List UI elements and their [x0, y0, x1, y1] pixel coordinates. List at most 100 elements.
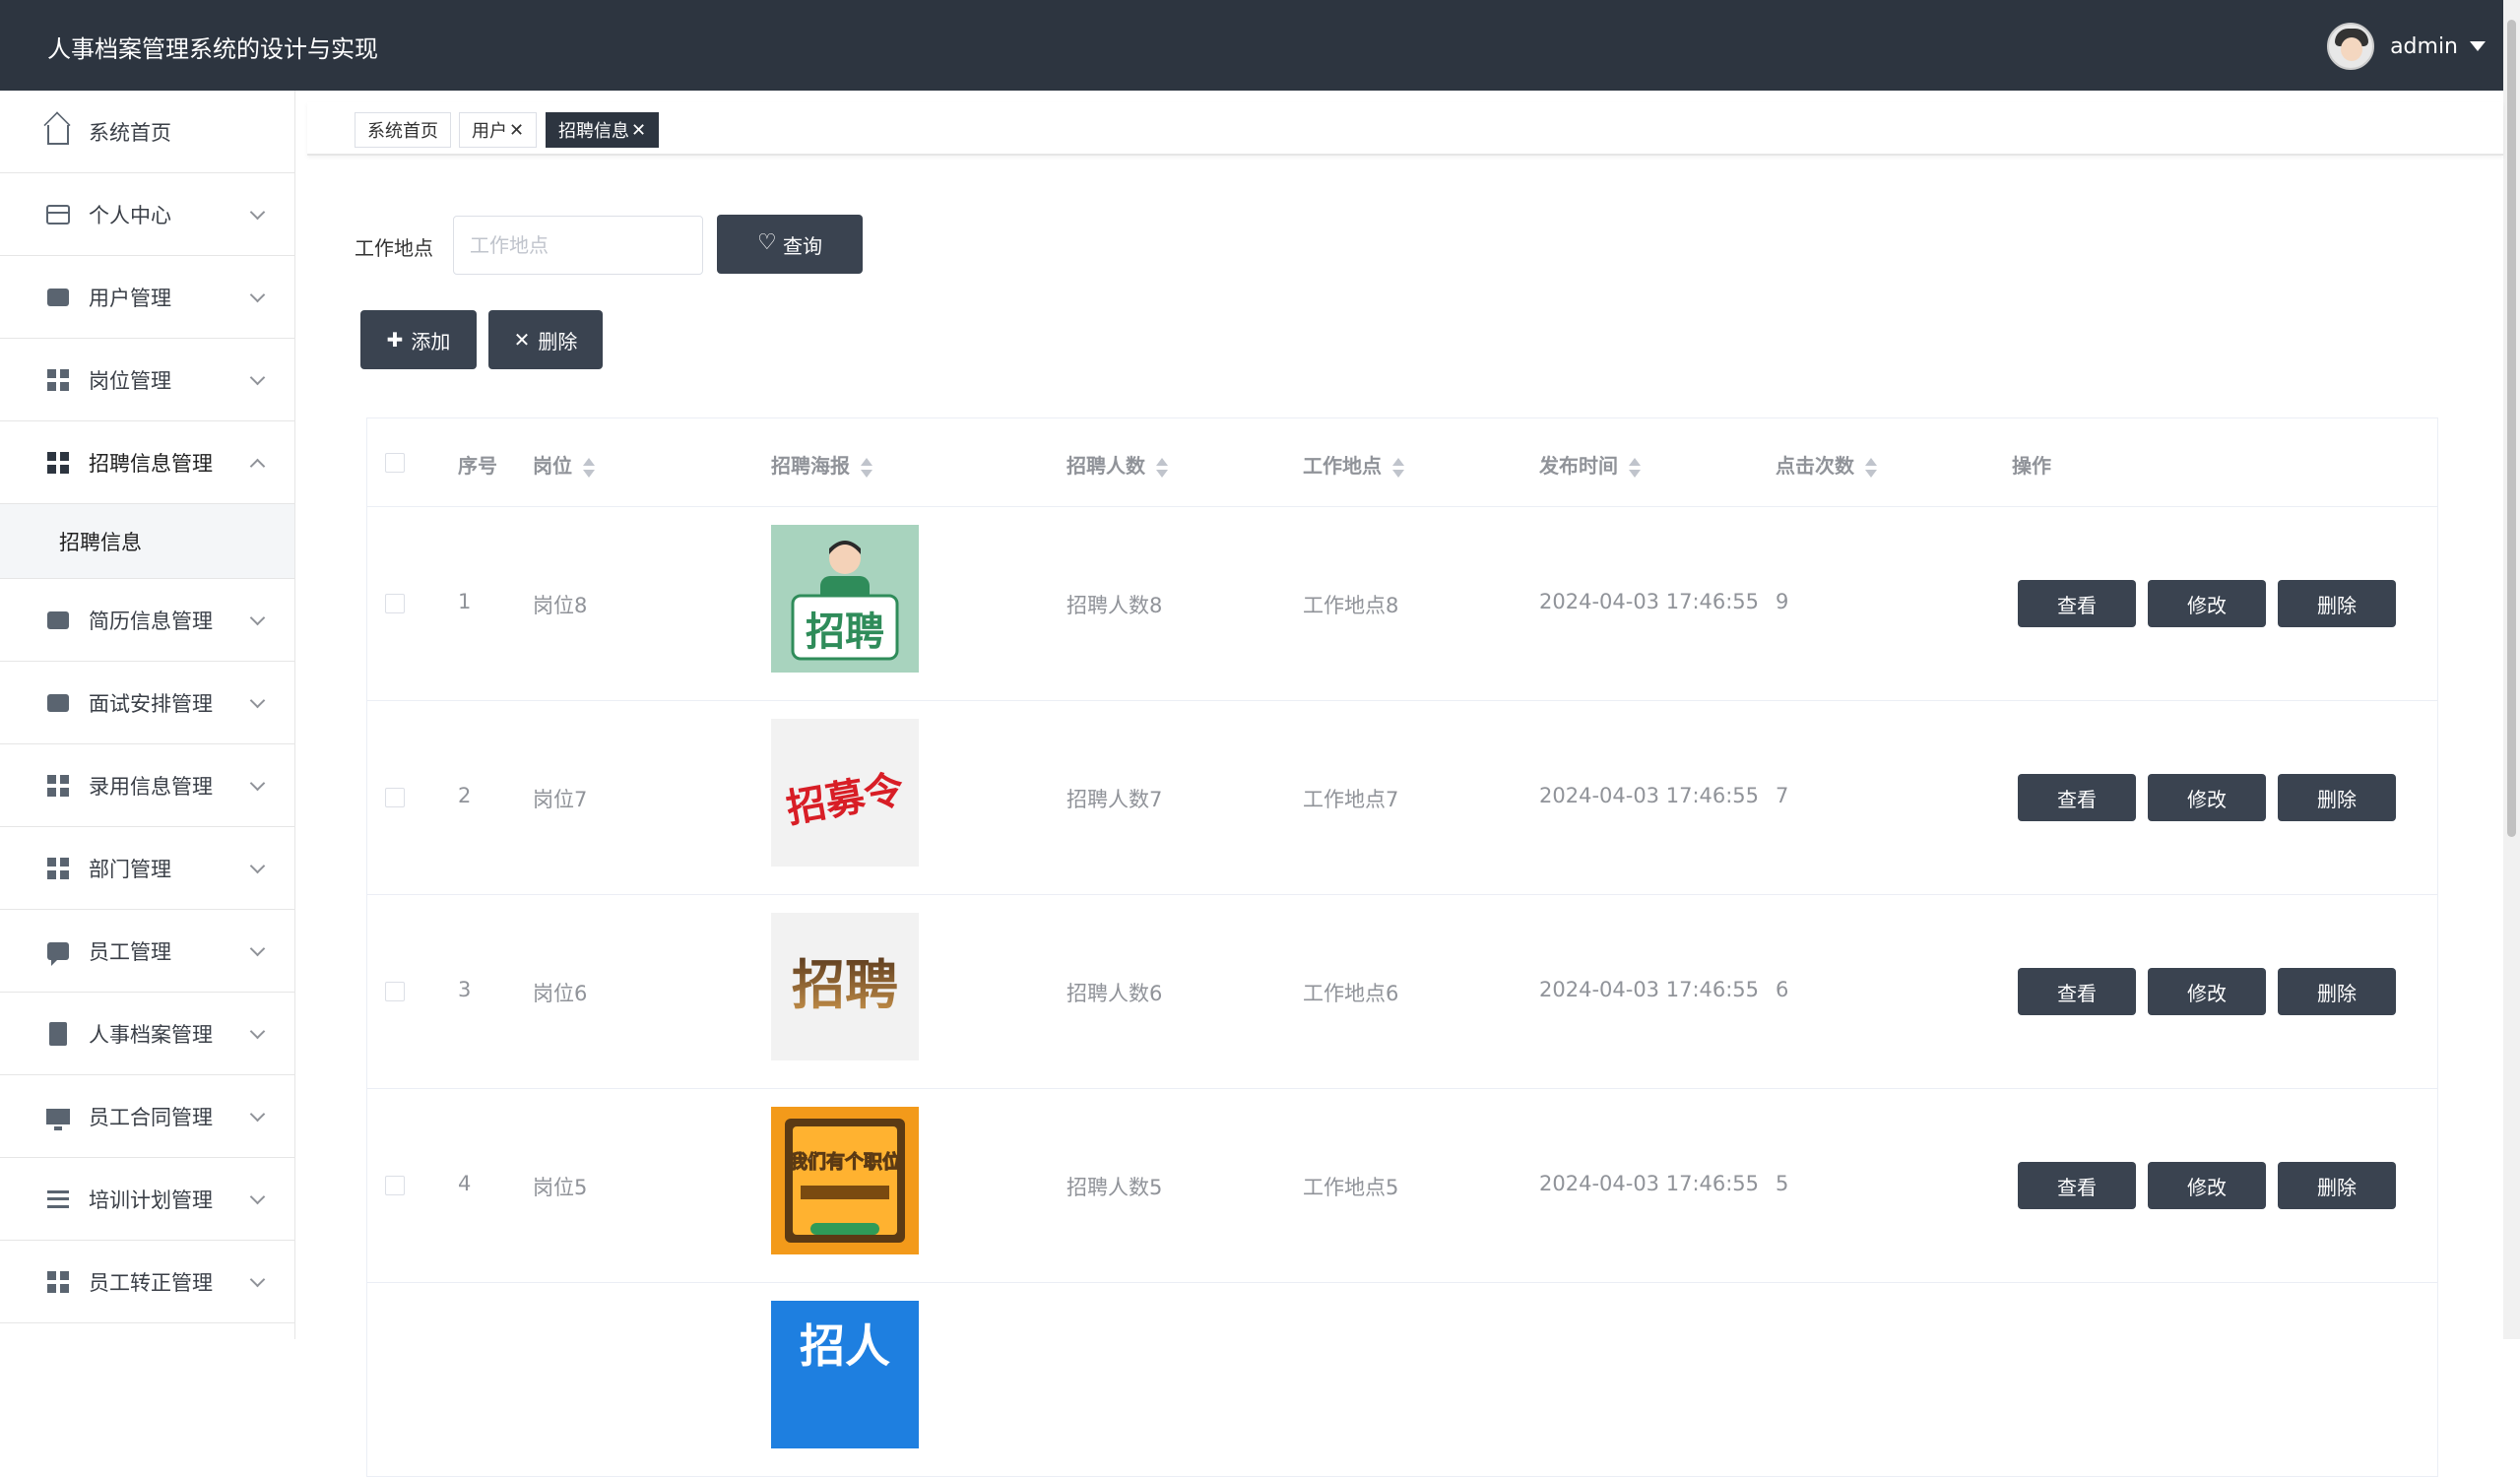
header-poster[interactable]: 招聘海报 — [771, 450, 872, 479]
add-button[interactable]: ✚ 添加 — [360, 310, 477, 369]
sidebar-item-resume-management[interactable]: 简历信息管理 — [0, 579, 294, 662]
sidebar-item-employee-management[interactable]: 员工管理 — [0, 910, 294, 993]
chevron-down-icon — [249, 692, 266, 709]
sidebar-item-hiring-management[interactable]: 录用信息管理 — [0, 744, 294, 827]
header-clicks[interactable]: 点击次数 — [1776, 450, 1877, 479]
recruitment-poster-image: 我们有个职位 — [771, 1107, 919, 1254]
chevron-down-icon — [249, 940, 266, 957]
tab-user[interactable]: 用户 ✕ — [459, 112, 538, 148]
sidebar-item-regularization-management[interactable]: 员工转正管理 — [0, 1241, 294, 1323]
sort-icon — [860, 457, 872, 479]
sidebar-item-archive-management[interactable]: 人事档案管理 — [0, 993, 294, 1075]
chevron-down-icon — [249, 858, 266, 874]
sidebar-item-user-management[interactable]: 用户管理 — [0, 256, 294, 339]
table-row: 4 岗位5 我们有个职位 招聘人数5 工作地点5 2024-04-03 17:4… — [367, 1089, 2437, 1283]
heart-icon — [757, 230, 777, 255]
tab-home[interactable]: 系统首页 — [355, 112, 451, 148]
header-index: 序号 — [458, 454, 497, 478]
batch-delete-button[interactable]: ✕ 删除 — [488, 310, 603, 369]
chat-icon — [45, 938, 71, 966]
row-time: 2024-04-03 17:46:55 — [1539, 1172, 1760, 1195]
header-position[interactable]: 岗位 — [533, 450, 595, 479]
row-index: 1 — [458, 590, 472, 613]
delete-button[interactable]: 删除 — [2278, 580, 2396, 627]
home-icon — [45, 119, 71, 145]
chevron-up-icon — [249, 458, 266, 475]
delete-button[interactable]: 删除 — [2278, 774, 2396, 821]
row-position: 岗位8 — [533, 594, 588, 617]
view-button[interactable]: 查看 — [2018, 774, 2136, 821]
view-button[interactable]: 查看 — [2018, 580, 2136, 627]
page-scrollbar[interactable] — [2503, 0, 2520, 1339]
tags-view-bar: 系统首页 用户 ✕ 招聘信息 ✕ — [307, 102, 2503, 156]
poster-text: 我们有个职位 — [789, 1150, 901, 1173]
grid-icon — [45, 856, 71, 881]
select-all-checkbox[interactable] — [385, 453, 405, 473]
recruitment-table: 序号 岗位 招聘海报 招聘人数 工作地点 发布时间 点击次数 操作 1 岗位8 … — [366, 417, 2438, 1477]
edit-button[interactable]: 修改 — [2148, 968, 2266, 1015]
scrollbar-thumb[interactable] — [2507, 20, 2516, 837]
sidebar-item-training-management[interactable]: 培训计划管理 — [0, 1158, 294, 1241]
header-actions: 操作 — [2012, 454, 2051, 478]
table-row: 2 岗位7 招募令 招聘人数7 工作地点7 2024-04-03 17:46:5… — [367, 701, 2437, 895]
sidebar-subitem-recruitment-info[interactable]: 招聘信息 — [0, 504, 294, 579]
search-label: 工作地点 — [355, 236, 433, 260]
row-position: 岗位7 — [533, 788, 588, 811]
work-location-search-input[interactable] — [453, 216, 703, 275]
sidebar-item-contract-management[interactable]: 员工合同管理 — [0, 1075, 294, 1158]
ticket-icon — [45, 608, 71, 633]
view-button[interactable]: 查看 — [2018, 968, 2136, 1015]
row-location: 工作地点8 — [1303, 594, 1399, 617]
username[interactable]: admin — [2390, 34, 2458, 59]
delete-button[interactable]: 删除 — [2278, 968, 2396, 1015]
user-menu[interactable]: admin — [2327, 22, 2486, 71]
row-index: 3 — [458, 978, 472, 1001]
tab-label: 用户 — [472, 121, 507, 142]
poster-text: 招聘 — [792, 954, 898, 1016]
sidebar-item-label: 员工合同管理 — [89, 1105, 213, 1129]
tab-recruitment-info[interactable]: 招聘信息 ✕ — [546, 112, 660, 148]
poster-text: 招聘 — [806, 610, 884, 655]
header-count[interactable]: 招聘人数 — [1066, 450, 1168, 479]
tab-label: 系统首页 — [367, 121, 438, 142]
row-checkbox[interactable] — [385, 788, 405, 807]
top-navbar: 人事档案管理系统的设计与实现 admin — [0, 0, 2503, 91]
chevron-down-icon — [249, 1023, 266, 1040]
recruitment-poster-image: 招聘 — [771, 525, 919, 673]
row-checkbox[interactable] — [385, 1176, 405, 1195]
chevron-down-icon — [249, 1106, 266, 1123]
sidebar-item-personal-center[interactable]: 个人中心 — [0, 173, 294, 256]
grid-icon — [45, 367, 71, 393]
avatar[interactable] — [2327, 23, 2375, 70]
row-checkbox[interactable] — [385, 982, 405, 1001]
row-location: 工作地点6 — [1303, 982, 1399, 1005]
caret-down-icon[interactable] — [2470, 41, 2486, 51]
sidebar-item-interview-management[interactable]: 面试安排管理 — [0, 662, 294, 744]
edit-button[interactable]: 修改 — [2148, 774, 2266, 821]
close-icon: ✕ — [513, 328, 531, 352]
sidebar-item-label: 人事档案管理 — [89, 1022, 213, 1047]
row-count: 招聘人数6 — [1066, 982, 1163, 1005]
sidebar-item-label: 简历信息管理 — [89, 609, 213, 633]
view-button[interactable]: 查看 — [2018, 1162, 2136, 1209]
sidebar-item-position-management[interactable]: 岗位管理 — [0, 339, 294, 421]
sidebar-item-recruitment-management[interactable]: 招聘信息管理 — [0, 421, 294, 504]
delete-button[interactable]: 删除 — [2278, 1162, 2396, 1209]
edit-button[interactable]: 修改 — [2148, 1162, 2266, 1209]
edit-button[interactable]: 修改 — [2148, 580, 2266, 627]
close-icon[interactable]: ✕ — [631, 120, 646, 141]
grid-icon — [45, 1269, 71, 1295]
table-header: 序号 岗位 招聘海报 招聘人数 工作地点 发布时间 点击次数 操作 — [367, 418, 2437, 507]
sidebar-item-home[interactable]: 系统首页 — [0, 91, 294, 173]
row-checkbox[interactable] — [385, 594, 405, 613]
table-row: 1 岗位8 招聘 招聘人数8 工作地点8 2024-04-03 17:46:55… — [367, 507, 2437, 701]
query-button[interactable]: 查询 — [717, 215, 863, 274]
sidebar-item-department-management[interactable]: 部门管理 — [0, 827, 294, 910]
close-icon[interactable]: ✕ — [509, 120, 524, 141]
recruitment-poster-image: 招聘 — [771, 913, 919, 1060]
sidebar-item-label: 录用信息管理 — [89, 774, 213, 799]
header-publish-time[interactable]: 发布时间 — [1539, 450, 1641, 479]
header-location[interactable]: 工作地点 — [1303, 450, 1404, 479]
row-position: 岗位5 — [533, 1176, 588, 1199]
chevron-down-icon — [249, 287, 266, 303]
